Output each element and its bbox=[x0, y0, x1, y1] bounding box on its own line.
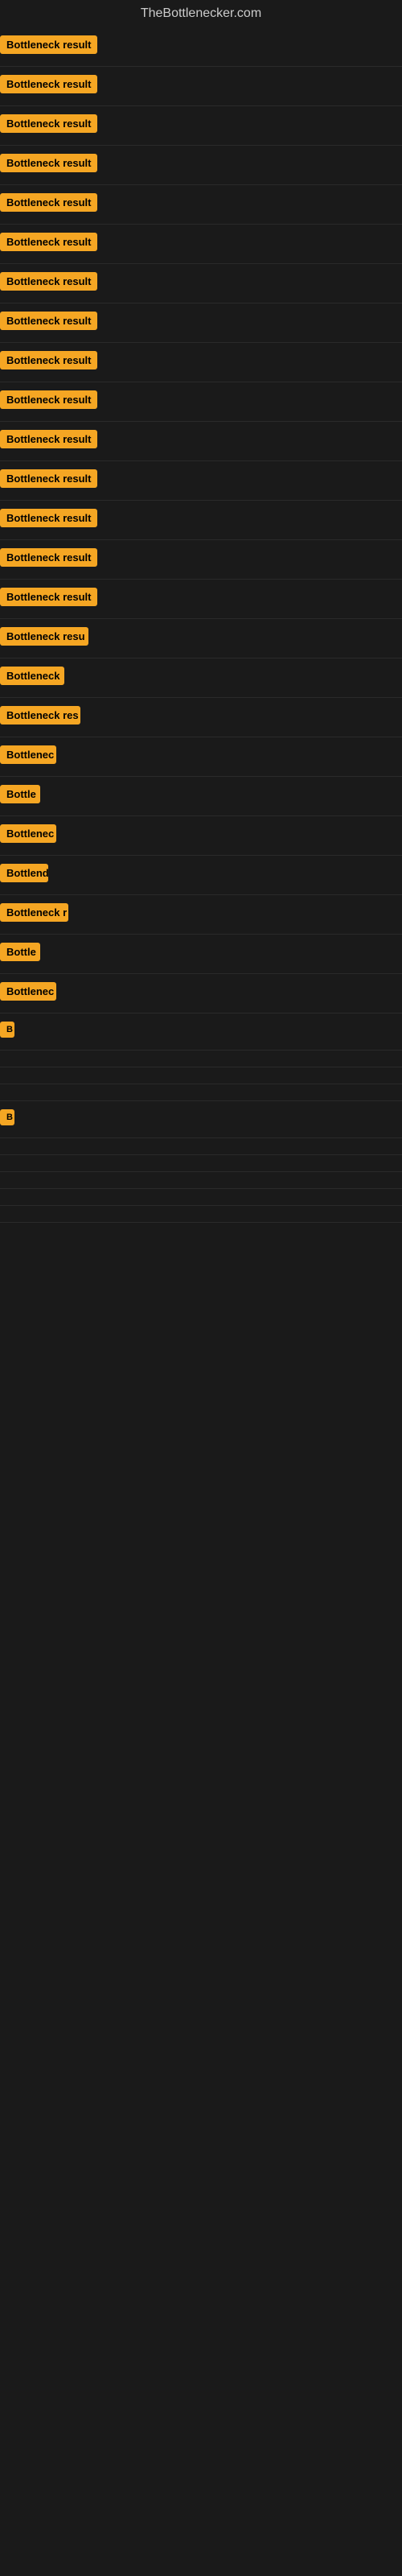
bottleneck-badge[interactable]: B bbox=[0, 1022, 14, 1038]
list-item: Bottleneck result bbox=[0, 67, 402, 106]
list-item: Bottlenec bbox=[0, 974, 402, 1013]
list-item: Bottleneck res bbox=[0, 698, 402, 737]
list-item: Bottleneck r bbox=[0, 895, 402, 935]
list-item: Bottlend bbox=[0, 856, 402, 895]
list-item: Bottleneck result bbox=[0, 225, 402, 264]
bottleneck-badge[interactable]: Bottle bbox=[0, 785, 40, 803]
bottleneck-badge[interactable]: Bottleneck result bbox=[0, 430, 97, 448]
list-item: Bottleneck result bbox=[0, 540, 402, 580]
list-item: Bottleneck result bbox=[0, 343, 402, 382]
results-list: Bottleneck result Bottleneck result Bottle… bbox=[0, 27, 402, 1223]
list-item: B bbox=[0, 1013, 402, 1051]
bottleneck-badge[interactable]: Bottleneck result bbox=[0, 588, 97, 606]
bottleneck-badge[interactable]: Bottleneck resu bbox=[0, 627, 88, 646]
list-item: B bbox=[0, 1101, 402, 1138]
list-item bbox=[0, 1172, 402, 1189]
list-item: Bottleneck result bbox=[0, 461, 402, 501]
list-item: Bottleneck result bbox=[0, 146, 402, 185]
bottleneck-badge[interactable]: Bottlend bbox=[0, 864, 48, 882]
list-item: Bottle bbox=[0, 935, 402, 974]
bottleneck-badge[interactable]: Bottleneck result bbox=[0, 154, 97, 172]
bottleneck-badge[interactable]: Bottleneck result bbox=[0, 272, 97, 291]
bottleneck-badge[interactable]: Bottleneck result bbox=[0, 75, 97, 93]
list-item: Bottleneck result bbox=[0, 422, 402, 461]
bottleneck-badge[interactable]: Bottleneck result bbox=[0, 35, 97, 54]
list-item: Bottleneck bbox=[0, 658, 402, 698]
list-item bbox=[0, 1155, 402, 1172]
bottleneck-badge[interactable]: Bottleneck r bbox=[0, 903, 68, 922]
bottleneck-badge[interactable]: Bottleneck result bbox=[0, 193, 97, 212]
bottleneck-badge[interactable]: Bottleneck result bbox=[0, 233, 97, 251]
list-item: Bottleneck result bbox=[0, 185, 402, 225]
bottleneck-badge[interactable]: Bottleneck bbox=[0, 667, 64, 685]
list-item: Bottlenec bbox=[0, 737, 402, 777]
list-item: Bottleneck result bbox=[0, 303, 402, 343]
bottleneck-badge[interactable]: Bottle bbox=[0, 943, 40, 961]
list-item bbox=[0, 1084, 402, 1101]
list-item: Bottleneck result bbox=[0, 501, 402, 540]
list-item bbox=[0, 1067, 402, 1084]
site-title: TheBottlenecker.com bbox=[0, 0, 402, 27]
list-item: Bottleneck result bbox=[0, 580, 402, 619]
list-item: Bottleneck result bbox=[0, 264, 402, 303]
list-item bbox=[0, 1206, 402, 1223]
bottleneck-badge[interactable]: Bottleneck result bbox=[0, 351, 97, 369]
bottleneck-badge[interactable]: Bottleneck result bbox=[0, 312, 97, 330]
list-item: Bottleneck result bbox=[0, 106, 402, 146]
list-item: Bottlenec bbox=[0, 816, 402, 856]
bottleneck-badge[interactable]: Bottleneck result bbox=[0, 390, 97, 409]
list-item: Bottleneck result bbox=[0, 27, 402, 67]
list-item bbox=[0, 1051, 402, 1067]
bottleneck-badge[interactable]: Bottlenec bbox=[0, 745, 56, 764]
bottleneck-badge[interactable]: B bbox=[0, 1109, 14, 1125]
bottleneck-badge[interactable]: Bottlenec bbox=[0, 982, 56, 1001]
bottleneck-badge[interactable]: Bottlenec bbox=[0, 824, 56, 843]
bottleneck-badge[interactable]: Bottleneck result bbox=[0, 548, 97, 567]
list-item bbox=[0, 1189, 402, 1206]
bottleneck-badge[interactable]: Bottleneck result bbox=[0, 114, 97, 133]
list-item: Bottleneck result bbox=[0, 382, 402, 422]
list-item bbox=[0, 1138, 402, 1155]
bottleneck-badge[interactable]: Bottleneck result bbox=[0, 509, 97, 527]
bottleneck-badge[interactable]: Bottleneck res bbox=[0, 706, 80, 724]
bottleneck-badge[interactable]: Bottleneck result bbox=[0, 469, 97, 488]
list-item: Bottleneck resu bbox=[0, 619, 402, 658]
list-item: Bottle bbox=[0, 777, 402, 816]
